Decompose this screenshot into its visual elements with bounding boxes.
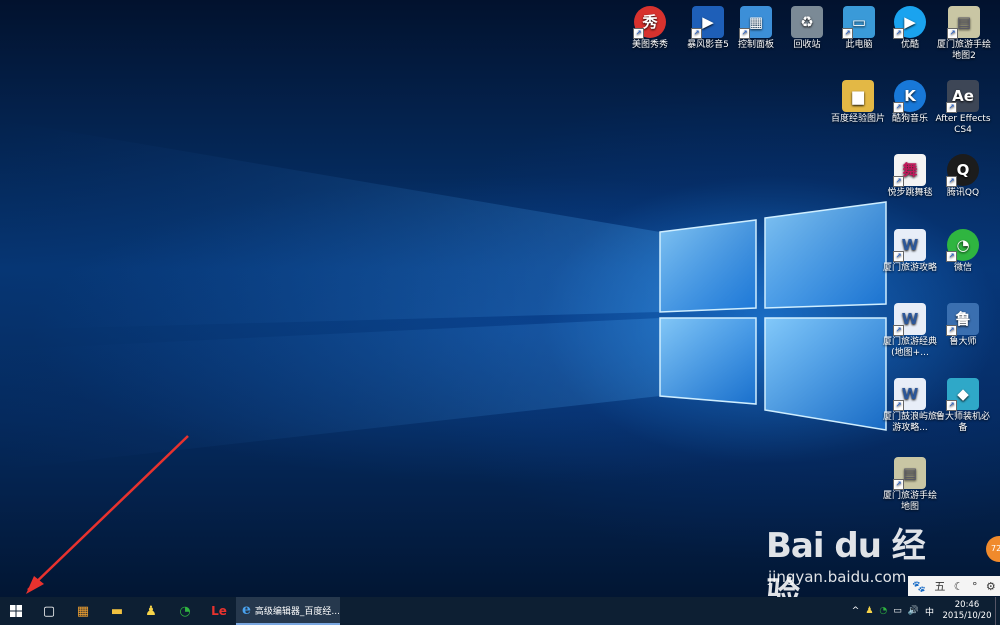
clock-date: 2015/10/20 bbox=[942, 611, 992, 621]
qq-penguin-icon: Q ↗ bbox=[946, 154, 979, 187]
wechat-icon: ◔ bbox=[179, 603, 191, 619]
control-panel-icon: ▦ ↗ bbox=[739, 6, 772, 39]
show-hidden-icons-chevron-up-icon[interactable]: ^ bbox=[852, 606, 860, 616]
desktop-icon-label: 鲁大师 bbox=[949, 337, 977, 347]
ie-icon: e bbox=[242, 602, 251, 618]
clock-time: 20:46 bbox=[954, 600, 980, 610]
desktop-icon-label: 厦门旅游攻略 bbox=[882, 263, 937, 273]
volume-icon[interactable]: 🔊 bbox=[908, 606, 919, 616]
folder-icon: ▆ bbox=[842, 80, 874, 112]
system-tray: ^ ♟ ◔ ▭ 🔊 中 20:46 2015/10/20 bbox=[849, 597, 1000, 625]
desktop-icon-qq[interactable]: Q ↗ 腾讯QQ bbox=[934, 154, 992, 199]
start-button[interactable] bbox=[0, 597, 32, 625]
computer-icon: ▭ ↗ bbox=[842, 6, 875, 39]
desktop-icon-xiamen-classic-doc[interactable]: W ↗ 厦门旅游经典(地图+... bbox=[881, 303, 939, 359]
tray-wechat-icon[interactable]: ◔ bbox=[879, 606, 887, 616]
desktop-icon-label: 厦门鼓浪屿旅游攻略... bbox=[882, 412, 937, 433]
wechat-icon: ◔ ↗ bbox=[946, 229, 979, 262]
desktop-icon-label: 回收站 bbox=[793, 40, 821, 50]
network-icon[interactable]: ▭ bbox=[893, 606, 902, 616]
desktop-icon-ludashi-install[interactable]: ◆ ↗ 鲁大师装机必备 bbox=[934, 378, 992, 434]
desktop-icon-wechat[interactable]: ◔ ↗ 微信 bbox=[934, 229, 992, 274]
taskbar-clock[interactable]: 20:46 2015/10/20 bbox=[941, 600, 993, 622]
tray-qq-icon[interactable]: ♟ bbox=[865, 606, 873, 616]
desktop-icon-label: 酷狗音乐 bbox=[891, 114, 928, 124]
windows-logo-icon bbox=[10, 605, 22, 617]
desktop-icon-label: After Effects CS4 bbox=[935, 114, 991, 135]
ime-punctuation-icon[interactable]: ° bbox=[972, 580, 978, 593]
word-document-icon: W ↗ bbox=[893, 229, 926, 262]
store-icon: ▦ bbox=[76, 603, 90, 619]
desktop-icon-yuebu[interactable]: 舞 ↗ 悦步跳舞毯 bbox=[881, 154, 939, 199]
desktop-icon-gulangyu-doc[interactable]: W ↗ 厦门鼓浪屿旅游攻略... bbox=[881, 378, 939, 434]
ludashi-icon: 鲁 ↗ bbox=[946, 303, 979, 336]
ime-settings-icon[interactable]: ⚙ bbox=[986, 580, 996, 593]
desktop-icon-baidu-jingyan-pics[interactable]: ▆ 百度经验图片 bbox=[829, 80, 887, 125]
desktop-icon-label: 优酷 bbox=[900, 40, 919, 50]
letv-taskbar-button[interactable]: Le bbox=[202, 597, 236, 625]
desktop-icon-label: 此电脑 bbox=[845, 40, 873, 50]
youku-icon: ▶ ↗ bbox=[893, 6, 926, 39]
kugou-icon: K ↗ bbox=[893, 80, 926, 113]
file-explorer-button[interactable]: ▬ bbox=[100, 597, 134, 625]
qq-taskbar-button[interactable]: ♟ bbox=[134, 597, 168, 625]
desktop-icon-this-pc[interactable]: ▭ ↗ 此电脑 bbox=[830, 6, 888, 51]
desktop-icon-xiamen-guide-doc[interactable]: W ↗ 厦门旅游攻略 bbox=[881, 229, 939, 274]
ime-paw-icon[interactable]: 🐾 bbox=[912, 580, 926, 593]
yuebu-icon: 舞 ↗ bbox=[893, 154, 926, 187]
desktop-icon-label: 厦门旅游经典(地图+... bbox=[882, 337, 937, 358]
word-document-icon: W ↗ bbox=[893, 303, 926, 336]
desktop: 秀 ↗ 美图秀秀 ▶ ↗ 暴风影音5 ▦ ↗ 控制面板 ♻ 回收站 ▭ ↗ 此电脑 ▶ ↗… bbox=[0, 0, 1000, 597]
taskbar-app-title: 高级编辑器_百度经... bbox=[254, 606, 341, 617]
show-desktop-button[interactable] bbox=[995, 597, 1000, 625]
qq-penguin-icon: ♟ bbox=[145, 603, 157, 619]
store-button[interactable]: ▦ bbox=[66, 597, 100, 625]
desktop-icon-ludashi[interactable]: 鲁 ↗ 鲁大师 bbox=[934, 303, 992, 348]
letv-icon: Le bbox=[211, 604, 227, 618]
ime-moon-icon[interactable]: ☾ bbox=[954, 580, 964, 593]
desktop-icon-label: 控制面板 bbox=[737, 40, 774, 50]
desktop-icon-label: 百度经验图片 bbox=[830, 114, 885, 124]
desktop-icon-kugou[interactable]: K ↗ 酷狗音乐 bbox=[881, 80, 939, 125]
desktop-icon-label: 鲁大师装机必备 bbox=[935, 412, 990, 433]
desktop-icon-after-effects[interactable]: Ae ↗ After Effects CS4 bbox=[934, 80, 992, 136]
desktop-icon-label: 悦步跳舞毯 bbox=[887, 188, 933, 198]
map-image-icon: ▤ ↗ bbox=[947, 6, 980, 39]
task-view-button[interactable]: ▢ bbox=[32, 597, 66, 625]
word-document-icon: W ↗ bbox=[893, 378, 926, 411]
desktop-icon-xiamen-map[interactable]: ▤ ↗ 厦门旅游手绘地图 bbox=[881, 457, 939, 513]
desktop-icon-label: 腾讯QQ bbox=[946, 188, 980, 198]
desktop-icon-xiamen-map-2[interactable]: ▤ ↗ 厦门旅游手绘地图2 bbox=[935, 6, 993, 62]
desktop-icon-label: 厦门旅游手绘地图2 bbox=[936, 40, 991, 61]
meitu-icon: 秀 ↗ bbox=[633, 6, 666, 39]
recycle-bin-icon: ♻ bbox=[791, 6, 823, 38]
desktop-icon-youku[interactable]: ▶ ↗ 优酷 bbox=[881, 6, 939, 51]
desktop-icon-label: 美图秀秀 bbox=[631, 40, 668, 50]
watermark-url: jingyan.baidu.com bbox=[768, 568, 907, 586]
ime-toolbar[interactable]: 🐾 五 ☾ ° ⚙ bbox=[908, 576, 1000, 596]
taskbar: ▢ ▦ ▬ ♟ ◔ Le e 高级编辑器_百度经... ^ ♟ ◔ ▭ 🔊 中 … bbox=[0, 597, 1000, 625]
folder-icon: ▬ bbox=[110, 603, 124, 619]
taskbar-app-ie-editor[interactable]: e 高级编辑器_百度经... bbox=[236, 597, 340, 625]
desktop-icon-label: 厦门旅游手绘地图 bbox=[882, 491, 937, 512]
input-language-indicator[interactable]: 中 bbox=[925, 605, 934, 618]
desktop-icon-meitu[interactable]: 秀 ↗ 美图秀秀 bbox=[621, 6, 679, 51]
task-view-icon: ▢ bbox=[42, 603, 56, 619]
desktop-icon-recycle-bin[interactable]: ♻ 回收站 bbox=[778, 6, 836, 51]
desktop-icon-label: 微信 bbox=[953, 263, 972, 273]
after-effects-icon: Ae ↗ bbox=[946, 80, 979, 113]
ime-wubi-mode[interactable]: 五 bbox=[934, 578, 945, 594]
ludashi-install-icon: ◆ ↗ bbox=[946, 378, 979, 411]
map-image-icon: ▤ ↗ bbox=[893, 457, 926, 490]
desktop-icon-control-panel[interactable]: ▦ ↗ 控制面板 bbox=[727, 6, 785, 51]
wechat-taskbar-button[interactable]: ◔ bbox=[168, 597, 202, 625]
baofeng-icon: ▶ ↗ bbox=[691, 6, 724, 39]
